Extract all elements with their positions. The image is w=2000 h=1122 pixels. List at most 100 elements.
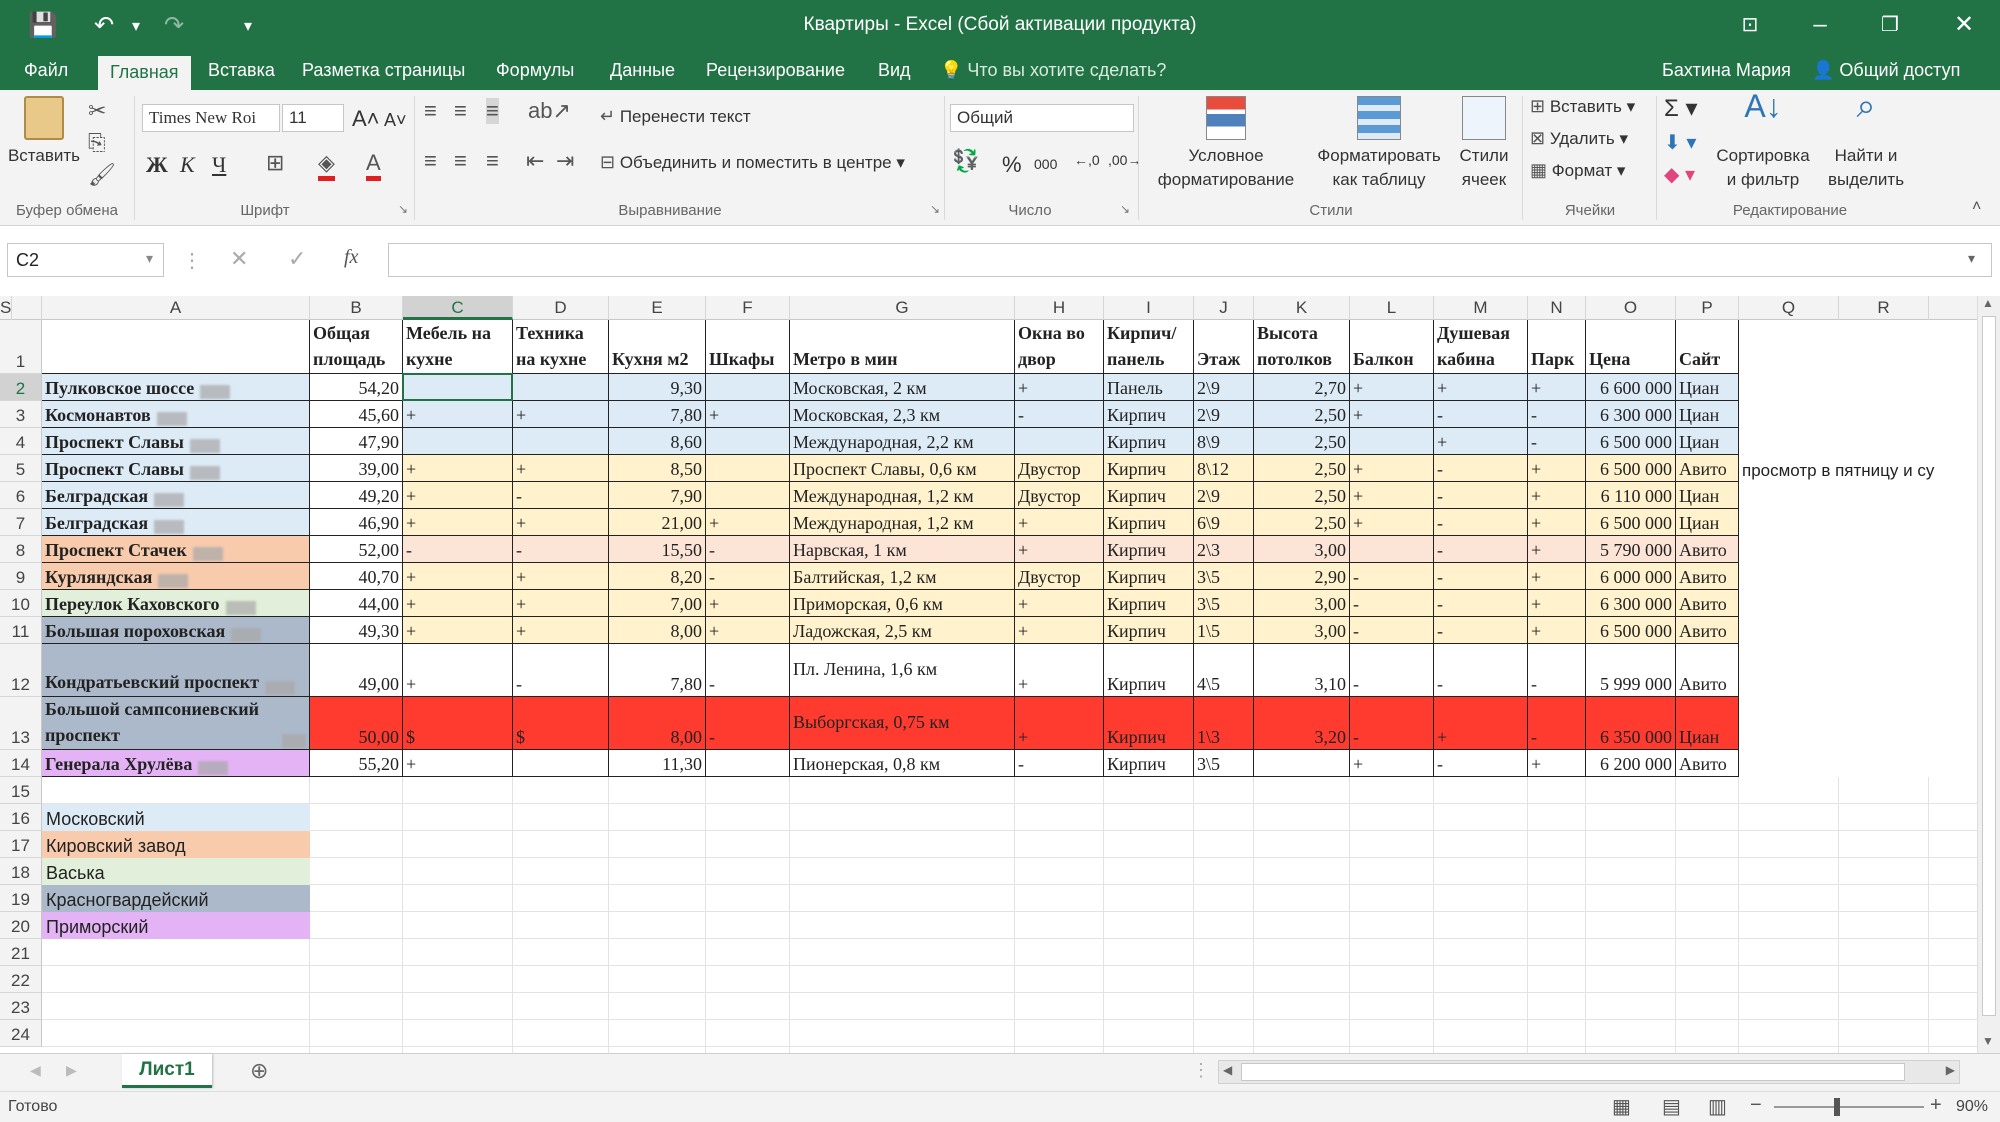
cell-B11[interactable]: 49,30	[310, 617, 403, 644]
cell-F5[interactable]	[706, 455, 790, 482]
decrease-decimal-icon[interactable]: ,00→	[1108, 152, 1141, 168]
cell-O11[interactable]: 6 500 000	[1586, 617, 1676, 644]
column-header-C[interactable]: C	[403, 296, 513, 320]
horizontal-scrollbar[interactable]: ◀ ▶	[1218, 1060, 1960, 1084]
number-launcher-icon[interactable]: ↘	[1120, 202, 1130, 216]
column-header-J[interactable]: J	[1194, 296, 1254, 320]
column-header-L[interactable]: L	[1350, 296, 1434, 320]
cell-H2[interactable]: +	[1015, 374, 1104, 401]
cell-G3[interactable]: Московская, 2,3 км	[790, 401, 1015, 428]
cell-L12[interactable]: -	[1350, 644, 1434, 697]
row-header-22[interactable]: 22	[0, 966, 42, 993]
cell-I14[interactable]: Кирпич	[1104, 750, 1194, 777]
restore-icon[interactable]: ❐	[1870, 8, 1910, 42]
cell-A13[interactable]: Большой сампсониевский проспект	[42, 697, 310, 750]
increase-decimal-icon[interactable]: ←,0	[1074, 152, 1100, 168]
cell-J14[interactable]: 3\5	[1194, 750, 1254, 777]
cell-L11[interactable]: -	[1350, 617, 1434, 644]
prev-sheet-icon[interactable]: ◀	[30, 1062, 41, 1079]
column-header-D[interactable]: D	[513, 296, 609, 320]
cell-G5[interactable]: Проспект Славы, 0,6 км	[790, 455, 1015, 482]
minimize-icon[interactable]: –	[1800, 8, 1840, 42]
cell-B7[interactable]: 46,90	[310, 509, 403, 536]
decrease-indent-icon[interactable]: ⇤	[526, 148, 544, 174]
page-break-view-icon[interactable]: ▥	[1708, 1094, 1727, 1119]
cell-N8[interactable]: +	[1528, 536, 1586, 563]
cell-C2[interactable]	[403, 374, 513, 401]
currency-icon[interactable]: 💱	[952, 148, 979, 174]
legend-item[interactable]: Московский	[42, 804, 310, 831]
cell-K12[interactable]: 3,10	[1254, 644, 1350, 697]
cell-M13[interactable]: +	[1434, 697, 1528, 750]
tab-view[interactable]: Вид	[866, 50, 923, 90]
cell-G12[interactable]: Пл. Ленина, 1,6 км	[790, 644, 1015, 697]
cell-B8[interactable]: 52,00	[310, 536, 403, 563]
legend-item[interactable]: Кировский завод	[42, 831, 310, 858]
copy-icon[interactable]: ⎘	[88, 130, 106, 156]
cell-A10[interactable]: Переулок Каховского	[42, 590, 310, 617]
row-header-8[interactable]: 8	[0, 536, 42, 563]
cell-L7[interactable]: +	[1350, 509, 1434, 536]
cell-H4[interactable]	[1015, 428, 1104, 455]
cell-M11[interactable]: -	[1434, 617, 1528, 644]
tab-page-layout[interactable]: Разметка страницы	[290, 50, 477, 90]
cell-K11[interactable]: 3,00	[1254, 617, 1350, 644]
cell-A8[interactable]: Проспект Стачек	[42, 536, 310, 563]
fill-icon[interactable]: ⬇ ▾	[1664, 130, 1696, 155]
cell-H7[interactable]: +	[1015, 509, 1104, 536]
expand-formula-icon[interactable]: ▾	[1968, 250, 1975, 267]
insert-cells-button[interactable]: ⊞ Вставить ▾	[1530, 96, 1635, 117]
cell-M8[interactable]: -	[1434, 536, 1528, 563]
cell-K6[interactable]: 2,50	[1254, 482, 1350, 509]
cell-D8[interactable]: -	[513, 536, 609, 563]
cell-P13[interactable]: Циан	[1676, 697, 1739, 750]
column-header-S[interactable]: S	[0, 296, 13, 320]
cell-E10[interactable]: 7,00	[609, 590, 706, 617]
zoom-in-icon[interactable]: +	[1930, 1094, 1942, 1117]
row-header-1[interactable]: 1	[0, 320, 42, 374]
scroll-right-icon[interactable]: ▶	[1946, 1063, 1955, 1077]
column-header-M[interactable]: M	[1434, 296, 1528, 320]
cell-P3[interactable]: Циан	[1676, 401, 1739, 428]
column-header-N[interactable]: N	[1528, 296, 1586, 320]
insert-function-button[interactable]: fx	[344, 246, 358, 269]
cell-I13[interactable]: Кирпич	[1104, 697, 1194, 750]
user-name[interactable]: Бахтина Мария	[1662, 50, 1791, 90]
cell-Q5[interactable]: просмотр в пятницу и су	[1739, 455, 1938, 482]
legend-item[interactable]: Приморский	[42, 912, 310, 939]
cell-E8[interactable]: 15,50	[609, 536, 706, 563]
cell-A2[interactable]: Пулковское шоссе	[42, 374, 310, 401]
cell-H6[interactable]: Двустор	[1015, 482, 1104, 509]
row-header-19[interactable]: 19	[0, 885, 42, 912]
cell-L1[interactable]: Балкон	[1350, 320, 1434, 374]
cancel-icon[interactable]: ✕	[230, 246, 248, 272]
comma-style-icon[interactable]: 000	[1034, 156, 1057, 172]
cell-J3[interactable]: 2\9	[1194, 401, 1254, 428]
cell-E2[interactable]: 9,30	[609, 374, 706, 401]
cell-C14[interactable]: +	[403, 750, 513, 777]
row-header-21[interactable]: 21	[0, 939, 42, 966]
tab-formulas[interactable]: Формулы	[484, 50, 586, 90]
column-header-A[interactable]: A	[42, 296, 310, 320]
cell-N3[interactable]: -	[1528, 401, 1586, 428]
cell-D12[interactable]: -	[513, 644, 609, 697]
cell-K7[interactable]: 2,50	[1254, 509, 1350, 536]
cell-F6[interactable]	[706, 482, 790, 509]
cell-G10[interactable]: Приморская, 0,6 км	[790, 590, 1015, 617]
cell-L8[interactable]	[1350, 536, 1434, 563]
row-header-2[interactable]: 2	[0, 374, 42, 401]
cell-J7[interactable]: 6\9	[1194, 509, 1254, 536]
cell-D11[interactable]: +	[513, 617, 609, 644]
autosum-icon[interactable]: Σ ▾	[1664, 94, 1698, 123]
cell-B5[interactable]: 39,00	[310, 455, 403, 482]
cell-D5[interactable]: +	[513, 455, 609, 482]
cell-N7[interactable]: +	[1528, 509, 1586, 536]
cell-E4[interactable]: 8,60	[609, 428, 706, 455]
cell-styles-button[interactable]: Стили ячеек	[1448, 94, 1520, 192]
zoom-slider-thumb[interactable]	[1834, 1098, 1840, 1116]
cell-P6[interactable]: Циан	[1676, 482, 1739, 509]
tab-split-icon[interactable]: ⋮	[1192, 1060, 1210, 1081]
cell-N14[interactable]: +	[1528, 750, 1586, 777]
cell-C9[interactable]: +	[403, 563, 513, 590]
alignment-launcher-icon[interactable]: ↘	[930, 202, 940, 216]
